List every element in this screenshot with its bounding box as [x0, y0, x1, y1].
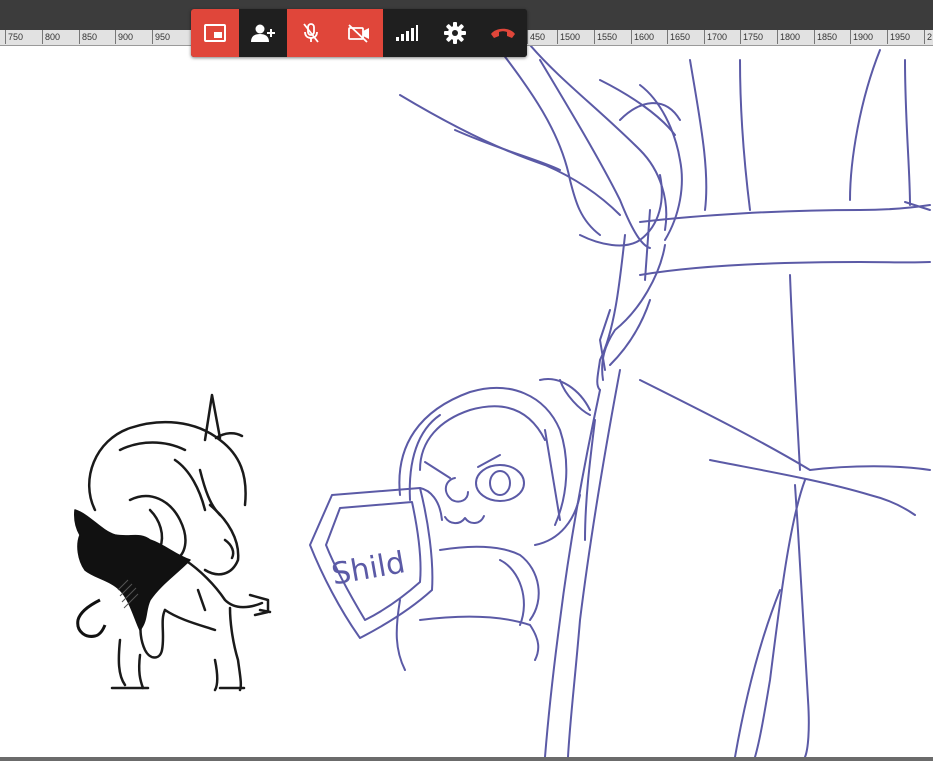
- end-call-icon: [491, 28, 515, 38]
- microphone-off-icon: [303, 23, 319, 43]
- chibi-dark-fur: [74, 509, 191, 638]
- ruler-tick: 1700: [703, 30, 728, 44]
- ruler-tick: 1550: [593, 30, 618, 44]
- connection-status-button[interactable]: [383, 9, 431, 57]
- ruler-tick: 1850: [813, 30, 838, 44]
- settings-gear-icon: [444, 22, 466, 44]
- signal-strength-icon: [396, 25, 418, 41]
- ruler-tick: 1600: [630, 30, 655, 44]
- picture-in-picture-button[interactable]: [191, 9, 239, 57]
- ruler-tick: 950: [151, 30, 171, 44]
- microphone-toggle-button[interactable]: [287, 9, 335, 57]
- ruler-tick: 900: [114, 30, 134, 44]
- ruler-tick: 1650: [666, 30, 691, 44]
- settings-button[interactable]: [431, 9, 479, 57]
- sketch-artwork: Shild: [74, 44, 931, 758]
- ruler-tick: 1950: [886, 30, 911, 44]
- shield-creature-sketch: [309, 378, 591, 671]
- ruler-tick: 1800: [776, 30, 801, 44]
- ruler-tick: 800: [41, 30, 61, 44]
- add-person-icon: [251, 24, 275, 42]
- picture-in-picture-icon: [204, 24, 226, 42]
- shield-lettering: Shild: [329, 545, 408, 592]
- camera-toggle-button[interactable]: [335, 9, 383, 57]
- ruler-tick: 1750: [739, 30, 764, 44]
- ruler-tick: 450: [526, 30, 546, 44]
- ruler-tick: 1900: [849, 30, 874, 44]
- ruler-tick: 850: [78, 30, 98, 44]
- ruler-tick: 2: [923, 30, 933, 44]
- large-figure-sketch: [399, 44, 931, 758]
- camera-off-icon: [348, 24, 369, 43]
- end-call-button[interactable]: [479, 9, 527, 57]
- ruler-tick: 750: [4, 30, 24, 44]
- ruler-tick: 1500: [556, 30, 581, 44]
- add-person-button[interactable]: [239, 9, 287, 57]
- bottom-scrollbar[interactable]: [0, 757, 933, 761]
- drawing-canvas[interactable]: Shild: [0, 44, 933, 758]
- video-call-toolbar: [191, 9, 527, 57]
